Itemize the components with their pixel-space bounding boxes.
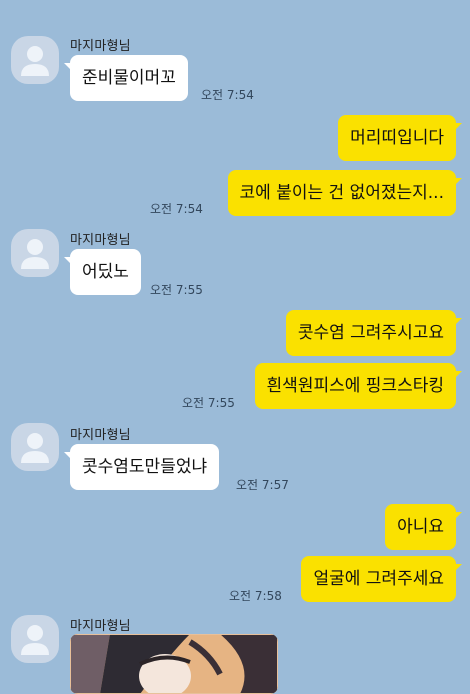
incoming-message[interactable]: 콧수염도만들었냐 <box>63 444 220 490</box>
message-time: 오전 7:54 <box>150 202 203 216</box>
sender-name: 마지마형님 <box>70 233 131 248</box>
person-icon <box>21 46 49 76</box>
image-message[interactable] <box>70 634 278 694</box>
sender-name: 마지마형님 <box>70 39 131 54</box>
sender-avatar[interactable] <box>11 423 59 471</box>
person-icon <box>21 433 49 463</box>
person-icon <box>21 625 49 655</box>
message-time: 오전 7:58 <box>229 589 282 603</box>
outgoing-message[interactable]: 얼굴에 그려주세요 <box>301 556 462 602</box>
person-icon <box>21 239 49 269</box>
message-time: 오전 7:55 <box>182 396 235 410</box>
outgoing-message[interactable]: 코에 붙이는 건 없어졌는지... <box>227 170 463 216</box>
outgoing-message[interactable]: 아니요 <box>385 504 462 550</box>
message-time: 오전 7:54 <box>201 88 254 102</box>
message-time: 오전 7:55 <box>150 283 203 297</box>
incoming-message[interactable]: 어딨노 <box>64 249 141 295</box>
illustration-thumbnail <box>70 634 278 694</box>
sender-avatar[interactable] <box>11 229 59 277</box>
message-time: 오전 7:57 <box>236 478 289 492</box>
outgoing-message[interactable]: 머리띠입니다 <box>338 115 462 161</box>
outgoing-message[interactable]: 콧수염 그려주시고요 <box>285 310 463 356</box>
sender-name: 마지마형님 <box>70 428 131 443</box>
incoming-message[interactable]: 준비물이머꼬 <box>64 55 188 101</box>
outgoing-message[interactable]: 흰색원피스에 핑크스타킹 <box>254 363 463 409</box>
sender-name: 마지마형님 <box>70 619 131 634</box>
sender-avatar[interactable] <box>11 36 59 84</box>
sender-avatar[interactable] <box>11 615 59 663</box>
